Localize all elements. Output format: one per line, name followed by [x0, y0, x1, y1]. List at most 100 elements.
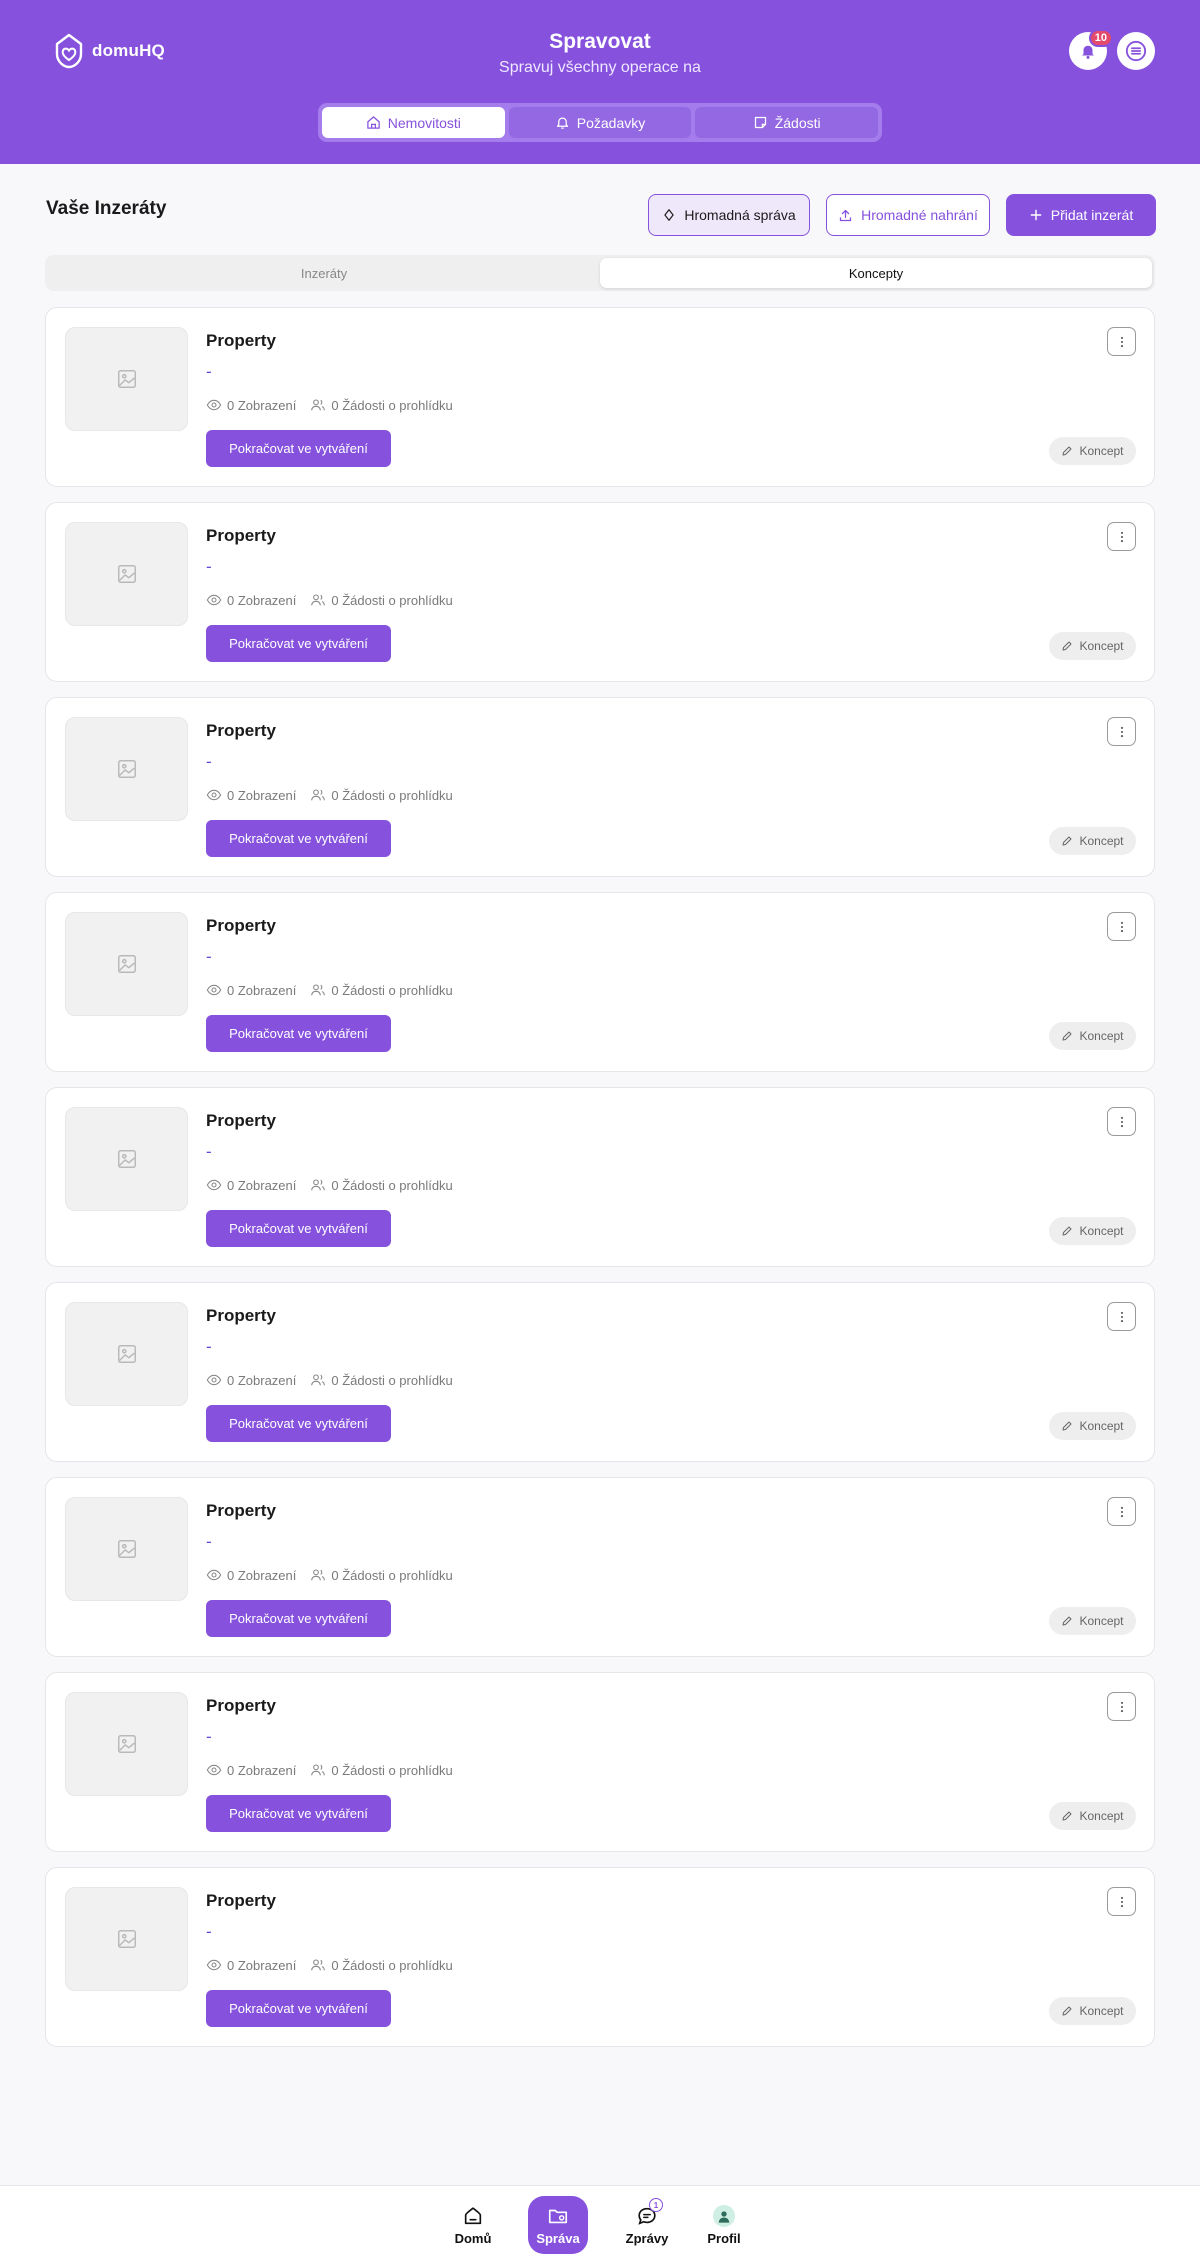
more-options-button[interactable]	[1107, 717, 1136, 746]
listing-card[interactable]: Property - 0 Zobrazení 0 Žádosti o prohl…	[45, 502, 1155, 682]
more-options-button[interactable]	[1107, 1887, 1136, 1916]
draft-status-label: Koncept	[1079, 2004, 1124, 2018]
tab-pozadavky[interactable]: Požadavky	[508, 107, 692, 138]
listing-card[interactable]: Property - 0 Zobrazení 0 Žádosti o prohl…	[45, 892, 1155, 1072]
continue-creating-button[interactable]: Pokračovat ve vytváření	[206, 625, 391, 662]
menu-button[interactable]	[1117, 32, 1155, 70]
continue-creating-button[interactable]: Pokračovat ve vytváření	[206, 430, 391, 467]
listing-card[interactable]: Property - 0 Zobrazení 0 Žádosti o prohl…	[45, 307, 1155, 487]
listing-thumbnail	[65, 1692, 188, 1796]
continue-creating-button[interactable]: Pokračovat ve vytváření	[206, 1600, 391, 1637]
listing-title: Property	[206, 1111, 276, 1130]
tab-nemovitosti[interactable]: Nemovitosti	[322, 107, 505, 138]
users-icon	[311, 1764, 326, 1776]
draft-status-label: Koncept	[1079, 1029, 1124, 1043]
continue-creating-button[interactable]: Pokračovat ve vytváření	[206, 1405, 391, 1442]
listing-price: -	[206, 1142, 212, 1161]
continue-creating-button[interactable]: Pokračovat ve vytváření	[206, 820, 391, 857]
draft-status-badge[interactable]: Koncept	[1049, 1412, 1136, 1440]
mass-upload-label: Hromadné nahrání	[861, 207, 978, 223]
draft-status-badge[interactable]: Koncept	[1049, 1802, 1136, 1830]
pencil-icon	[1062, 836, 1072, 846]
listing-thumbnail	[65, 327, 188, 431]
views-stat: 0 Zobrazení	[206, 1372, 296, 1388]
nav-home[interactable]: Domů	[443, 2196, 503, 2254]
listing-type-tabs: Inzeráty Koncepty	[45, 255, 1155, 291]
continue-creating-button[interactable]: Pokračovat ve vytváření	[206, 1795, 391, 1832]
nav-profile[interactable]: Profil	[694, 2196, 754, 2254]
more-options-button[interactable]	[1107, 1107, 1136, 1136]
views-count: 0 Zobrazení	[227, 982, 297, 998]
plus-icon	[1030, 209, 1042, 221]
listing-title: Property	[206, 916, 276, 935]
image-placeholder-icon	[117, 565, 136, 583]
more-vertical-icon	[1120, 726, 1123, 737]
chevrons-up-down-icon	[664, 209, 675, 221]
listing-card[interactable]: Property - 0 Zobrazení 0 Žádosti o prohl…	[45, 1087, 1155, 1267]
listing-price: -	[206, 1922, 212, 1941]
draft-status-badge[interactable]: Koncept	[1049, 1022, 1136, 1050]
draft-status-badge[interactable]: Koncept	[1049, 1217, 1136, 1245]
more-options-button[interactable]	[1107, 522, 1136, 551]
views-stat: 0 Zobrazení	[206, 592, 296, 608]
nav-manage[interactable]: Správa	[528, 2196, 588, 2254]
tab-label: Požadavky	[576, 114, 646, 131]
requests-count: 0 Žádosti o prohlídku	[331, 1762, 453, 1778]
listing-title: Property	[206, 1501, 276, 1520]
pencil-icon	[1062, 1226, 1072, 1236]
more-options-button[interactable]	[1107, 327, 1136, 356]
more-options-button[interactable]	[1107, 1692, 1136, 1721]
requests-count: 0 Žádosti o prohlídku	[331, 397, 453, 413]
nav-messages[interactable]: 1 Zprávy	[617, 2196, 677, 2254]
mass-upload-button[interactable]: Hromadné nahrání	[826, 194, 990, 236]
add-listing-button[interactable]: Přidat inzerát	[1006, 194, 1156, 236]
top-header: domuHQ Spravovat Spravuj všechny operace…	[0, 0, 1200, 164]
requests-count: 0 Žádosti o prohlídku	[331, 787, 453, 803]
draft-status-badge[interactable]: Koncept	[1049, 1607, 1136, 1635]
draft-status-label: Koncept	[1079, 639, 1124, 653]
image-placeholder-icon	[117, 760, 136, 778]
notifications-button[interactable]: 10	[1069, 29, 1113, 70]
more-options-button[interactable]	[1107, 1302, 1136, 1331]
tab-inzeraty[interactable]: Inzeráty	[48, 258, 600, 288]
mass-manage-button[interactable]: Hromadná správa	[648, 194, 810, 236]
views-count: 0 Zobrazení	[227, 1957, 297, 1973]
continue-creating-button[interactable]: Pokračovat ve vytváření	[206, 1210, 391, 1247]
more-vertical-icon	[1120, 1506, 1123, 1517]
pencil-icon	[1062, 2006, 1072, 2016]
listing-thumbnail	[65, 1302, 188, 1406]
draft-status-label: Koncept	[1079, 444, 1124, 458]
listing-price: -	[206, 752, 212, 771]
image-placeholder-icon	[117, 370, 136, 388]
listing-card[interactable]: Property - 0 Zobrazení 0 Žádosti o prohl…	[45, 1477, 1155, 1657]
continue-creating-button[interactable]: Pokračovat ve vytváření	[206, 1015, 391, 1052]
requests-count: 0 Žádosti o prohlídku	[331, 1372, 453, 1388]
bottom-navigation: Domů Správa 1 Zprávy Profil	[0, 2185, 1200, 2261]
draft-status-badge[interactable]: Koncept	[1049, 827, 1136, 855]
image-placeholder-icon	[117, 955, 136, 973]
tab-koncepty[interactable]: Koncepty	[600, 258, 1152, 288]
pencil-icon	[1062, 1811, 1072, 1821]
listing-thumbnail	[65, 1887, 188, 1991]
draft-status-badge[interactable]: Koncept	[1049, 632, 1136, 660]
listing-title: Property	[206, 721, 276, 740]
draft-status-badge[interactable]: Koncept	[1049, 437, 1136, 465]
page-title: Spravovat	[549, 30, 651, 53]
draft-status-badge[interactable]: Koncept	[1049, 1997, 1136, 2025]
continue-creating-button[interactable]: Pokračovat ve vytváření	[206, 1990, 391, 2027]
tab-zadosti[interactable]: Žádosti	[695, 107, 879, 138]
more-options-button[interactable]	[1107, 1497, 1136, 1526]
requests-stat: 0 Žádosti o prohlídku	[310, 982, 453, 998]
nav-manage-label: Správa	[536, 2230, 580, 2246]
eye-icon	[206, 984, 222, 996]
listing-card[interactable]: Property - 0 Zobrazení 0 Žádosti o prohl…	[45, 1282, 1155, 1462]
user-avatar-icon	[718, 2210, 730, 2223]
eye-icon	[206, 1179, 222, 1191]
listing-price: -	[206, 362, 212, 381]
listing-card[interactable]: Property - 0 Zobrazení 0 Žádosti o prohl…	[45, 1867, 1155, 2047]
listing-card[interactable]: Property - 0 Zobrazení 0 Žádosti o prohl…	[45, 1672, 1155, 1852]
listing-thumbnail	[65, 1497, 188, 1601]
tab-label: Nemovitosti	[387, 114, 461, 131]
more-options-button[interactable]	[1107, 912, 1136, 941]
listing-card[interactable]: Property - 0 Zobrazení 0 Žádosti o prohl…	[45, 697, 1155, 877]
